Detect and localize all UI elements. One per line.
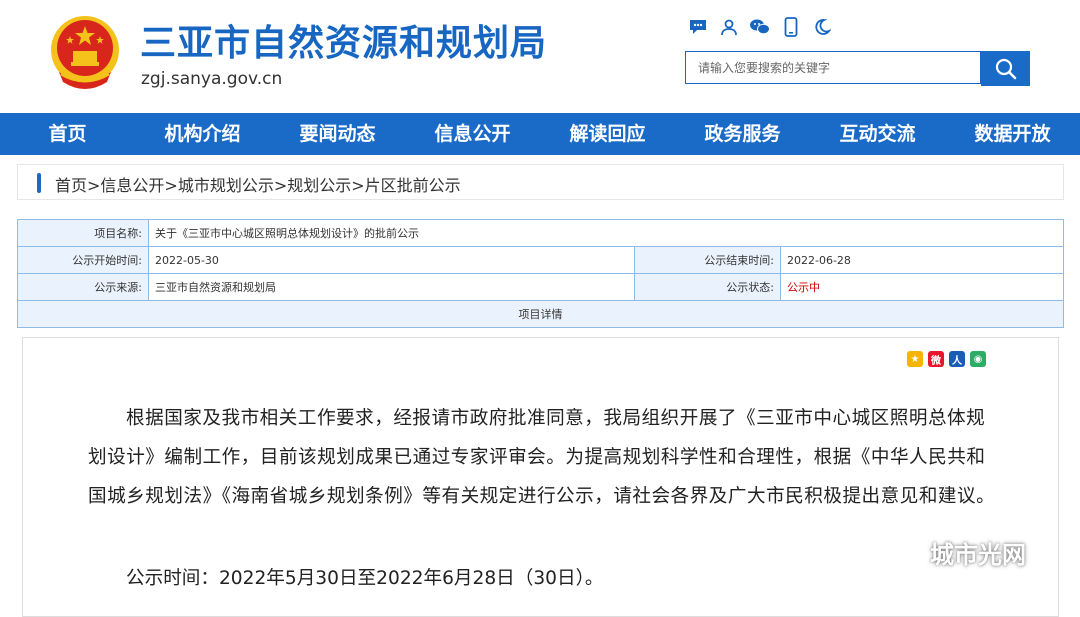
site-domain: zgj.sanya.gov.cn [141,69,283,89]
site-header: 三亚市自然资源和规划局 zgj.sanya.gov.cn 请输入您要搜索的关键字 [0,0,1080,113]
project-name-label: 项目名称: [17,219,149,247]
source-label: 公示来源: [17,273,149,301]
breadcrumb-text[interactable]: 首页>信息公开>城市规划公示>规划公示>片区批前公示 [55,172,461,196]
search-button[interactable] [981,51,1030,86]
nav-item-services[interactable]: 政务服务 [675,113,810,155]
qzone-icon[interactable]: ★ [907,351,923,367]
weibo-icon[interactable]: 微 [928,351,944,367]
nav-item-open-data[interactable]: 数据开放 [945,113,1080,155]
start-date-value: 2022-05-30 [148,246,635,274]
main-nav: 首页 机构介绍 要闻动态 信息公开 解读回应 政务服务 互动交流 数据开放 [0,113,1080,155]
start-date-label: 公示开始时间: [17,246,149,274]
nav-item-organization[interactable]: 机构介绍 [135,113,270,155]
wechat-icon[interactable] [749,16,771,38]
wechat-share-icon[interactable]: ◉ [970,351,986,367]
nav-item-home[interactable]: 首页 [0,113,135,155]
site-title: 三亚市自然资源和规划局 [140,23,548,64]
wechat-watermark-icon [888,539,921,565]
night-mode-icon[interactable] [811,16,833,38]
user-icon[interactable] [718,16,740,38]
end-date-label: 公示结束时间: [634,246,781,274]
article-paragraph: 根据国家及我市相关工作要求，经报请市政府批准同意，我局组织开展了《三亚市中心城区… [88,408,996,507]
watermark-text: 城市光网 [930,541,1026,569]
nav-item-interaction[interactable]: 互动交流 [810,113,945,155]
table-row: 项目详情 [17,300,1064,328]
breadcrumb: 首页>信息公开>城市规划公示>规划公示>片区批前公示 [17,164,1064,200]
chat-icon[interactable] [687,16,709,38]
table-row: 公示来源: 三亚市自然资源和规划局 公示状态: 公示中 [17,273,1064,301]
watermark: 城市光网 [888,535,1026,570]
search-placeholder: 请输入您要搜索的关键字 [698,61,831,75]
status-badge: 公示中 [780,273,1064,301]
nav-item-interpretation[interactable]: 解读回应 [540,113,675,155]
table-row: 项目名称: 关于《三亚市中心城区照明总体规划设计》的批前公示 [17,219,1064,247]
search-input[interactable]: 请输入您要搜索的关键字 [685,51,981,84]
header-tool-icons [687,16,833,38]
renren-icon[interactable]: 人 [949,351,965,367]
search-icon [995,58,1016,79]
share-icons: ★ 微 人 ◉ [907,351,986,367]
breadcrumb-marker [37,173,41,193]
mobile-icon[interactable] [780,16,802,38]
table-row: 公示开始时间: 2022-05-30 公示结束时间: 2022-06-28 [17,246,1064,274]
article-content: ★ 微 人 ◉ 根据国家及我市相关工作要求，经报请市政府批准同意，我局组织开展了… [22,337,1059,617]
source-value: 三亚市自然资源和规划局 [148,273,635,301]
nav-item-info-disclosure[interactable]: 信息公开 [405,113,540,155]
end-date-value: 2022-06-28 [780,246,1064,274]
publicity-time-text: 公示时间：2022年5月30日至2022年6月28日（30日）。 [126,568,604,589]
nav-item-news[interactable]: 要闻动态 [270,113,405,155]
project-info-table: 项目名称: 关于《三亚市中心城区照明总体规划设计》的批前公示 公示开始时间: 2… [17,219,1064,328]
project-name-value: 关于《三亚市中心城区照明总体规划设计》的批前公示 [148,219,1064,247]
national-emblem-icon [51,16,119,89]
status-label: 公示状态: [634,273,781,301]
project-detail-header: 项目详情 [17,300,1064,328]
